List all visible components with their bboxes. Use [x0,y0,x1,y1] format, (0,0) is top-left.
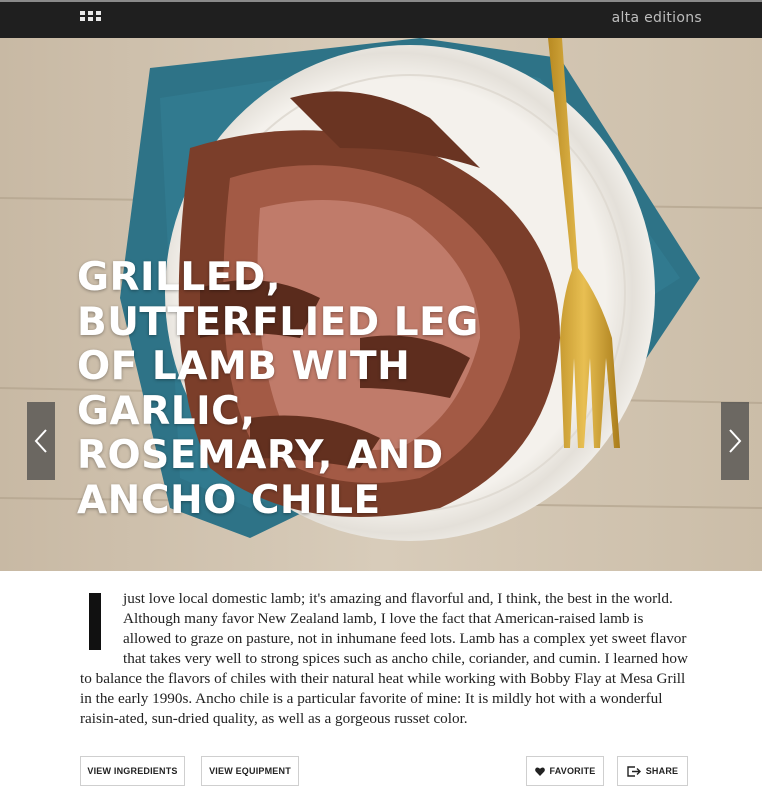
prev-slide-button[interactable] [27,402,55,480]
favorite-label: FAVORITE [549,766,596,776]
recipe-title: GRILLED, BUTTERFLIED LEG OF LAMB WITH GA… [77,255,479,523]
brand-logo: alta editions [611,10,702,26]
intro-text: just love local domestic lamb; it's amaz… [80,590,688,727]
chevron-left-icon [34,429,47,453]
recipe-intro: just love local domestic lamb; it's amaz… [80,589,690,729]
view-equipment-label: VIEW EQUIPMENT [209,766,291,776]
heart-icon [534,766,545,776]
grid-icon[interactable] [80,11,102,25]
share-button[interactable]: SHARE [617,756,688,786]
view-ingredients-label: VIEW INGREDIENTS [87,766,178,776]
favorite-button[interactable]: FAVORITE [526,756,604,786]
view-ingredients-button[interactable]: VIEW INGREDIENTS [80,756,185,786]
next-slide-button[interactable] [721,402,749,480]
chevron-right-icon [729,429,742,453]
share-label: SHARE [645,766,679,776]
view-equipment-button[interactable]: VIEW EQUIPMENT [201,756,299,786]
share-icon [627,765,641,777]
drop-cap [89,593,101,650]
hero-image: GRILLED, BUTTERFLIED LEG OF LAMB WITH GA… [0,38,762,571]
top-bar: alta editions [0,0,762,38]
